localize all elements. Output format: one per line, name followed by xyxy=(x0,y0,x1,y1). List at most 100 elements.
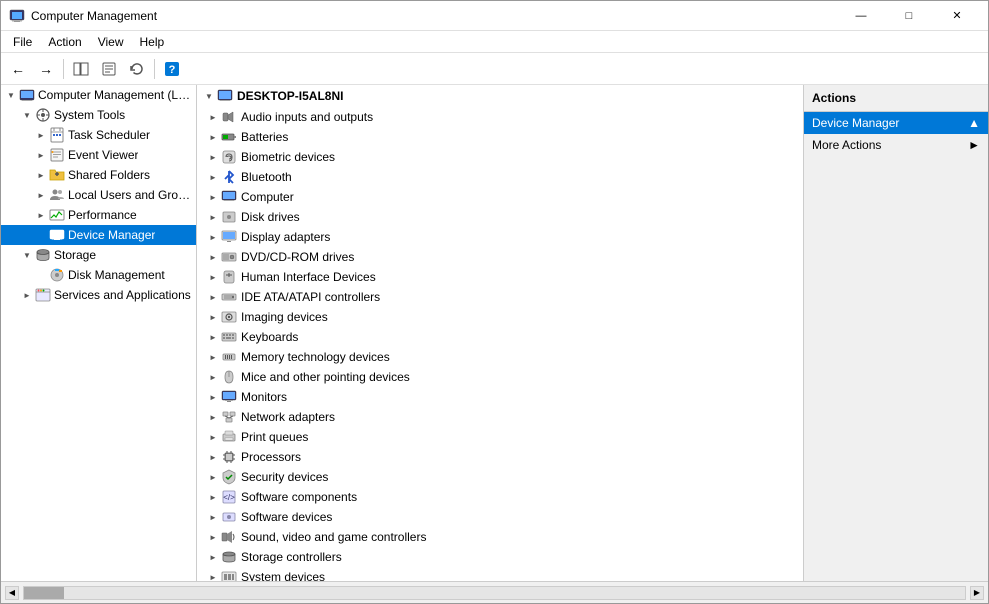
toolbar-refresh-button[interactable] xyxy=(124,57,150,81)
system-tools-label: System Tools xyxy=(54,108,125,122)
menu-bar: File Action View Help xyxy=(1,31,988,53)
security-label: Security devices xyxy=(241,470,328,484)
human-interface-label: Human Interface Devices xyxy=(241,270,376,284)
close-button[interactable]: ✕ xyxy=(934,2,980,30)
app-icon xyxy=(9,8,25,24)
tree-shared-folders[interactable]: ► Shared Folders xyxy=(1,165,196,185)
tree-device-manager[interactable]: ► Device Manager xyxy=(1,225,196,245)
tree-performance[interactable]: ► Performance xyxy=(1,205,196,225)
system-tools-arrow: ▼ xyxy=(19,107,35,123)
tree-services-apps[interactable]: ► Services and Applications xyxy=(1,285,196,305)
device-item-software-components[interactable]: ►</>Software components xyxy=(197,487,803,507)
software-components-label: Software components xyxy=(241,490,357,504)
dvd-icon xyxy=(221,249,237,265)
toolbar-separator-2 xyxy=(154,59,155,79)
device-item-disk-drives[interactable]: ►Disk drives xyxy=(197,207,803,227)
tree-disk-management[interactable]: ► Disk Management xyxy=(1,265,196,285)
local-users-arrow: ► xyxy=(33,187,49,203)
tree-storage[interactable]: ▼ Storage xyxy=(1,245,196,265)
minimize-button[interactable]: — xyxy=(838,2,884,30)
shared-folders-arrow: ► xyxy=(33,167,49,183)
scroll-bar-horizontal[interactable] xyxy=(23,586,966,600)
device-item-memory-tech[interactable]: ►Memory technology devices xyxy=(197,347,803,367)
device-item-display-adapters[interactable]: ►Display adapters xyxy=(197,227,803,247)
tree-system-tools[interactable]: ▼ System Tools xyxy=(1,105,196,125)
device-item-computer[interactable]: ►Computer xyxy=(197,187,803,207)
device-item-human-interface[interactable]: ► Human Interface Devices xyxy=(197,267,803,287)
device-item-audio[interactable]: ►Audio inputs and outputs xyxy=(197,107,803,127)
mouse-icon xyxy=(221,369,237,385)
scroll-left-button[interactable]: ◀ xyxy=(5,586,19,600)
action-more-actions-label: More Actions xyxy=(812,138,881,152)
device-item-security[interactable]: ►Security devices xyxy=(197,467,803,487)
device-item-mice[interactable]: ► Mice and other pointing devices xyxy=(197,367,803,387)
task-scheduler-arrow: ► xyxy=(33,127,49,143)
print-icon xyxy=(221,429,237,445)
menu-help[interactable]: Help xyxy=(132,33,173,51)
disk-icon xyxy=(221,209,237,225)
menu-action[interactable]: Action xyxy=(40,33,89,51)
sw-dev-icon xyxy=(221,509,237,525)
desktop-expand-arrow: ▼ xyxy=(201,88,217,104)
tree-root[interactable]: ▼ Computer Management (Local xyxy=(1,85,196,105)
toolbar-showhide-button[interactable] xyxy=(68,57,94,81)
tree-event-viewer[interactable]: ► Event Viewer xyxy=(1,145,196,165)
device-item-processors[interactable]: ►Processors xyxy=(197,447,803,467)
print-queues-arrow: ► xyxy=(205,429,221,445)
action-device-manager-label: Device Manager xyxy=(812,116,899,130)
desktop-label: DESKTOP-I5AL8NI xyxy=(237,89,343,103)
device-item-network-adapters[interactable]: ►Network adapters xyxy=(197,407,803,427)
maximize-button[interactable]: □ xyxy=(886,2,932,30)
local-users-icon xyxy=(49,187,65,203)
device-item-batteries[interactable]: ►Batteries xyxy=(197,127,803,147)
audio-label: Audio inputs and outputs xyxy=(241,110,373,124)
toolbar-back-button[interactable]: ← xyxy=(5,57,31,81)
battery-icon xyxy=(221,129,237,145)
device-item-software-devices[interactable]: ►Software devices xyxy=(197,507,803,527)
computer-label: Computer xyxy=(241,190,294,204)
dvd-rom-label: DVD/CD-ROM drives xyxy=(241,250,354,264)
batteries-label: Batteries xyxy=(241,130,288,144)
device-item-bluetooth[interactable]: ►Bluetooth xyxy=(197,167,803,187)
action-device-manager[interactable]: Device Manager ▲ xyxy=(804,112,988,134)
device-item-imaging[interactable]: ►Imaging devices xyxy=(197,307,803,327)
tree-local-users[interactable]: ► Local Users and Groups xyxy=(1,185,196,205)
action-device-manager-arrow: ▲ xyxy=(968,116,980,130)
device-item-storage-controllers[interactable]: ►Storage controllers xyxy=(197,547,803,567)
menu-view[interactable]: View xyxy=(90,33,132,51)
svg-text:?: ? xyxy=(169,64,176,76)
window-title: Computer Management xyxy=(31,9,838,23)
toolbar-properties-button[interactable] xyxy=(96,57,122,81)
device-item-keyboards[interactable]: ►Keyboards xyxy=(197,327,803,347)
desktop-header: ▼ DESKTOP-I5AL8NI xyxy=(197,85,803,107)
action-more-actions[interactable]: More Actions ► xyxy=(804,134,988,156)
center-panel: ▼ DESKTOP-I5AL8NI ►Audio inputs and outp… xyxy=(197,85,803,581)
device-item-ide-ata[interactable]: ►IDE ATA/ATAPI controllers xyxy=(197,287,803,307)
scroll-right-button[interactable]: ▶ xyxy=(970,586,984,600)
device-item-sound-video[interactable]: ►Sound, video and game controllers xyxy=(197,527,803,547)
sysdev-icon xyxy=(221,569,237,581)
monitors-label: Monitors xyxy=(241,390,287,404)
software-components-arrow: ► xyxy=(205,489,221,505)
device-item-monitors[interactable]: ►Monitors xyxy=(197,387,803,407)
tree-task-scheduler[interactable]: ► Task Scheduler xyxy=(1,125,196,145)
action-more-actions-arrow: ► xyxy=(968,138,980,152)
device-item-biometric[interactable]: ►Biometric devices xyxy=(197,147,803,167)
event-viewer-label: Event Viewer xyxy=(68,148,138,162)
menu-file[interactable]: File xyxy=(5,33,40,51)
device-item-system-devices[interactable]: ►System devices xyxy=(197,567,803,581)
human-interface-arrow: ► xyxy=(205,269,221,285)
mice-arrow: ► xyxy=(205,369,221,385)
network-adapters-arrow: ► xyxy=(205,409,221,425)
bluetooth-label: Bluetooth xyxy=(241,170,292,184)
toolbar-forward-button[interactable]: → xyxy=(33,57,59,81)
left-panel: ▼ Computer Management (Local ▼ xyxy=(1,85,197,581)
device-manager-icon xyxy=(49,227,65,243)
task-scheduler-label: Task Scheduler xyxy=(68,128,150,142)
imaging-arrow: ► xyxy=(205,309,221,325)
device-item-print-queues[interactable]: ►Print queues xyxy=(197,427,803,447)
mice-label: Mice and other pointing devices xyxy=(241,370,410,384)
system-devices-arrow: ► xyxy=(205,569,221,581)
device-item-dvd-rom[interactable]: ►DVD/CD-ROM drives xyxy=(197,247,803,267)
toolbar-help-button[interactable]: ? xyxy=(159,57,185,81)
